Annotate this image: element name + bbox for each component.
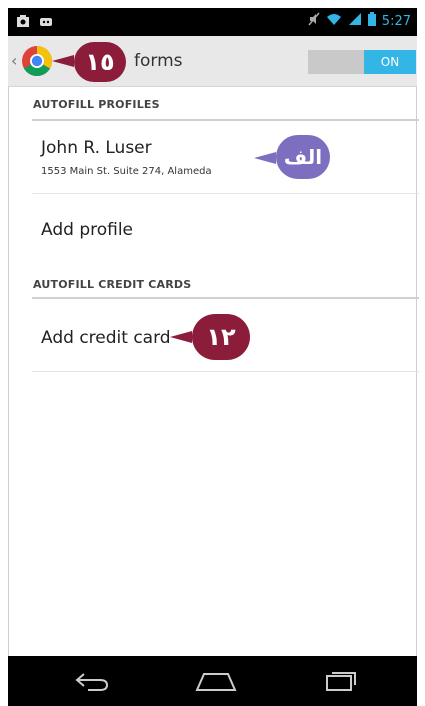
toggle-on-label[interactable]: ON: [364, 50, 416, 74]
section-divider: [32, 119, 419, 121]
list-divider: [32, 193, 419, 194]
status-bar: 5:27: [8, 8, 417, 36]
status-time: 5:27: [381, 13, 411, 29]
section-header-cards: AUTOFILL CREDIT CARDS: [33, 278, 192, 291]
add-credit-card-button[interactable]: Add credit card: [41, 328, 171, 348]
signal-icon: [348, 12, 362, 30]
section-header-profiles: AUTOFILL PROFILES: [33, 98, 160, 111]
callout-arrow: [170, 331, 192, 343]
section-divider: [32, 297, 419, 299]
callout-12: ١٢: [192, 314, 250, 360]
up-caret-icon[interactable]: ‹: [11, 51, 17, 70]
battery-icon: [367, 12, 376, 30]
callout-arrow: [254, 152, 276, 164]
back-icon[interactable]: [74, 670, 110, 696]
page-title: forms: [134, 51, 183, 71]
add-profile-button[interactable]: Add profile: [41, 220, 133, 240]
mute-icon: [308, 12, 320, 30]
screenshot-icon: [16, 13, 30, 32]
home-icon[interactable]: [194, 670, 238, 696]
chrome-icon[interactable]: [21, 45, 53, 77]
profile-address[interactable]: 1553 Main St. Suite 274, Alameda: [41, 166, 212, 177]
callout-15: ١٥: [74, 42, 126, 82]
autofill-toggle[interactable]: ON: [308, 50, 416, 74]
navigation-bar: [8, 656, 417, 706]
recents-icon[interactable]: [324, 670, 358, 696]
callout-arrow: [52, 55, 74, 67]
callout-alef: الف: [276, 135, 330, 179]
list-divider: [32, 371, 419, 372]
android-icon: [38, 13, 54, 32]
wifi-icon: [326, 12, 342, 30]
profile-name[interactable]: John R. Luser: [41, 138, 152, 158]
